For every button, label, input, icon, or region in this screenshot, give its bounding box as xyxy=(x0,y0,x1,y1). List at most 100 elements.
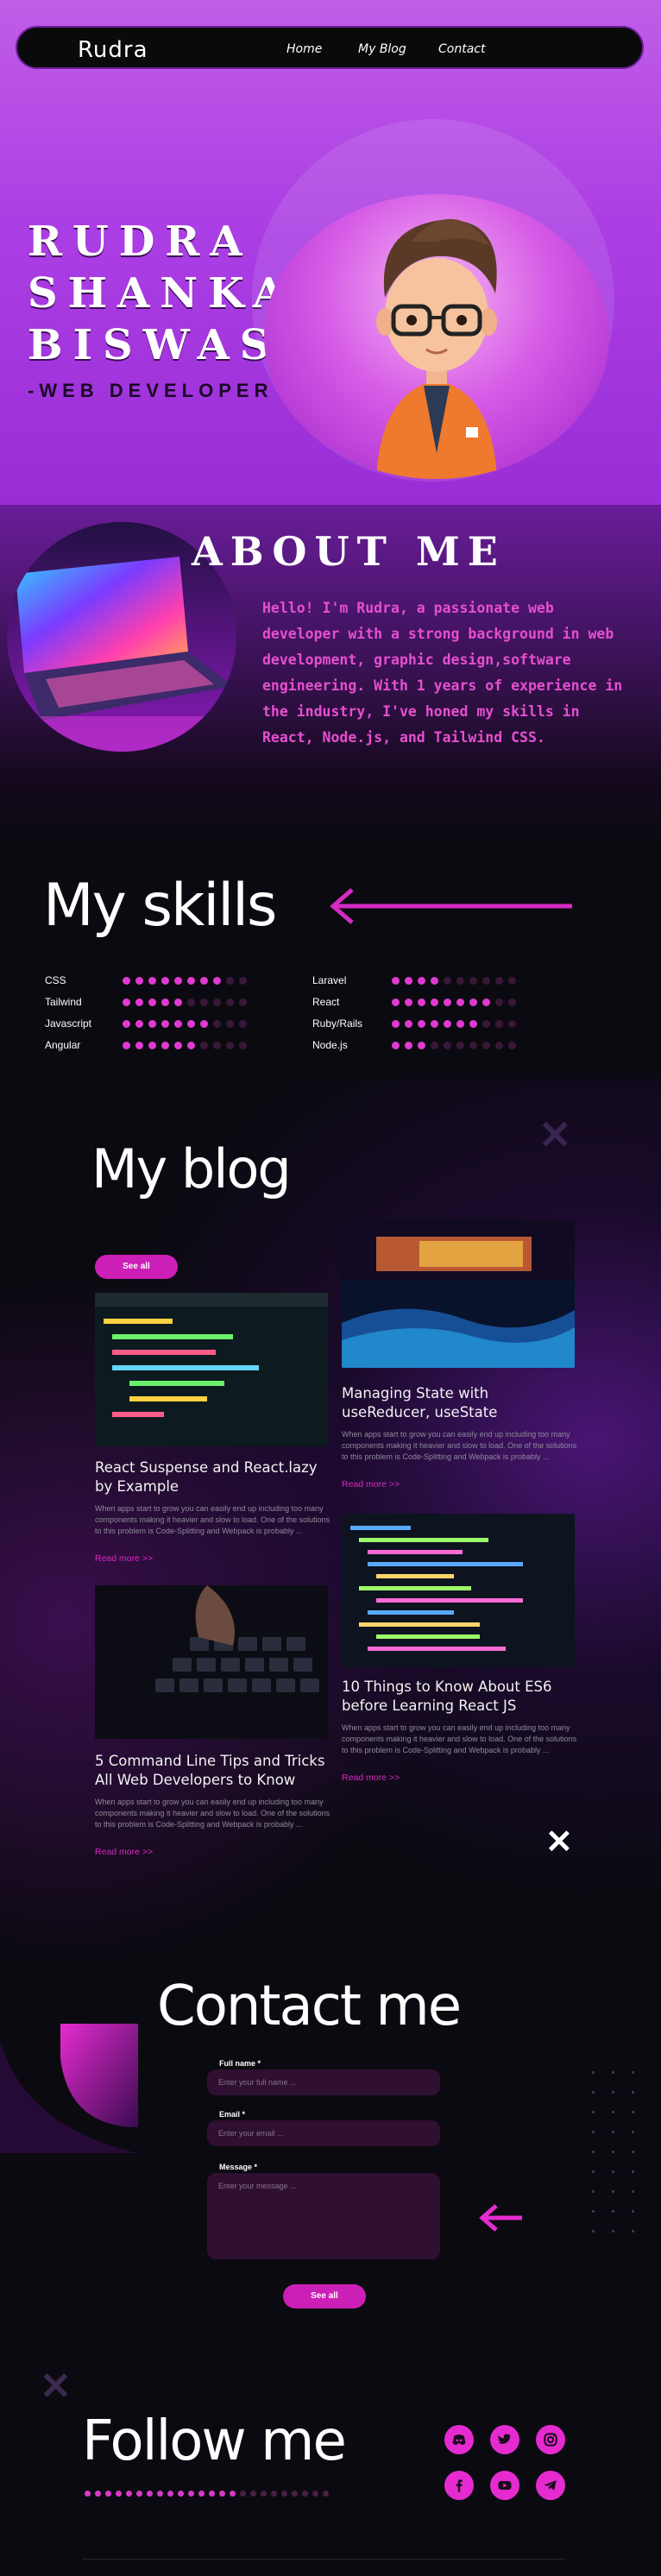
skill-level-dot xyxy=(161,977,169,985)
skill-level-dot xyxy=(418,977,425,985)
read-more-link[interactable]: Read more >> xyxy=(95,1553,153,1564)
skill-level-dot xyxy=(174,1020,182,1028)
telegram-icon[interactable] xyxy=(536,2471,565,2500)
submit-button[interactable]: See all xyxy=(283,2284,366,2308)
skill-level-dot xyxy=(174,1042,182,1049)
skill-name: Ruby/Rails xyxy=(312,1017,363,1030)
skill-level-dot xyxy=(239,977,247,985)
nav-link-home[interactable]: Home xyxy=(286,42,322,56)
skill-level-dot xyxy=(495,977,503,985)
skill-level-dot xyxy=(392,977,400,985)
skill-level-dot xyxy=(135,1042,143,1049)
skill-level-dots xyxy=(392,977,516,985)
post-excerpt: When apps start to grow you can easily e… xyxy=(95,1504,330,1535)
skill-level-dots xyxy=(123,977,247,985)
post-title[interactable]: React Suspense and React.lazy by Example xyxy=(95,1458,332,1496)
instagram-icon[interactable] xyxy=(536,2425,565,2454)
close-icon[interactable]: ✕ xyxy=(545,1826,573,1859)
skill-level-dot xyxy=(392,1042,400,1049)
skill-level-dot xyxy=(444,998,451,1006)
hero-name-line-1: RUDRA xyxy=(28,217,253,266)
keyboard-photo[interactable] xyxy=(95,1585,328,1739)
post-title[interactable]: 5 Command Line Tips and Tricks All Web D… xyxy=(95,1752,332,1790)
facebook-icon[interactable] xyxy=(444,2471,474,2500)
skill-level-dot xyxy=(508,1042,516,1049)
skill-level-dot xyxy=(161,998,169,1006)
skill-level-dot xyxy=(482,1042,490,1049)
twitter-icon[interactable] xyxy=(490,2425,519,2454)
skill-name: Node.js xyxy=(312,1039,348,1051)
skill-level-dot xyxy=(161,1042,169,1049)
skill-row: CSS xyxy=(45,973,304,990)
skill-level-dot xyxy=(456,977,464,985)
skill-row: Node.js xyxy=(312,1037,571,1055)
code-screen-photo[interactable] xyxy=(342,1514,575,1667)
see-all-button[interactable]: See all xyxy=(95,1255,178,1279)
skill-level-dots xyxy=(123,1042,247,1049)
skill-level-dot xyxy=(444,1042,451,1049)
skill-level-dot xyxy=(431,1042,438,1049)
skill-level-dot xyxy=(495,1042,503,1049)
navbar: Rudra Home My Blog Contact xyxy=(16,26,644,69)
skill-level-dot xyxy=(200,977,208,985)
skill-row: Tailwind xyxy=(45,994,304,1011)
cartoon-avatar-icon xyxy=(376,218,497,479)
post-title[interactable]: Managing State with useReducer, useState xyxy=(342,1384,579,1422)
skill-level-dots xyxy=(392,1042,516,1049)
decor-dot-row xyxy=(85,2491,329,2497)
skill-row: Javascript xyxy=(45,1016,304,1033)
skill-level-dot xyxy=(213,977,221,985)
skill-level-dot xyxy=(187,977,195,985)
skill-level-dot xyxy=(444,1020,451,1028)
skill-level-dot xyxy=(239,1020,247,1028)
skill-name: CSS xyxy=(45,974,66,986)
footer-divider xyxy=(82,2559,565,2560)
skill-level-dot xyxy=(405,1020,412,1028)
decor-arc-shape xyxy=(0,2024,138,2153)
skill-level-dot xyxy=(174,998,182,1006)
about-text: Hello! I'm Rudra, a passionate web devel… xyxy=(262,600,623,746)
field-label-email: Email * xyxy=(219,2110,246,2119)
field-label-message: Message * xyxy=(219,2163,258,2171)
full-name-field[interactable]: Enter your full name ... xyxy=(207,2069,440,2095)
discord-icon[interactable] xyxy=(444,2425,474,2454)
data-wave-photo[interactable] xyxy=(342,1219,575,1368)
email-field[interactable]: Enter your email ... xyxy=(207,2120,440,2146)
arrow-left-icon xyxy=(479,2204,522,2232)
skill-level-dot xyxy=(456,1042,464,1049)
post-title[interactable]: 10 Things to Know About ES6 before Learn… xyxy=(342,1678,579,1716)
skill-level-dot xyxy=(508,1020,516,1028)
hero-name-line-3: BISWAS xyxy=(28,321,280,369)
read-more-link[interactable]: Read more >> xyxy=(342,1773,400,1783)
skill-level-dot xyxy=(123,1020,130,1028)
skill-level-dot xyxy=(226,1020,234,1028)
skill-level-dot xyxy=(495,1020,503,1028)
skill-level-dot xyxy=(135,977,143,985)
decor-dot-grid xyxy=(592,2071,634,2233)
skill-level-dot xyxy=(469,977,477,985)
skill-name: Laravel xyxy=(312,974,347,986)
nav-link-contact[interactable]: Contact xyxy=(438,42,485,56)
skill-level-dot xyxy=(187,1020,195,1028)
follow-title: Follow me xyxy=(82,2409,347,2473)
skill-level-dot xyxy=(213,1042,221,1049)
read-more-link[interactable]: Read more >> xyxy=(95,1847,153,1857)
skill-level-dot xyxy=(508,977,516,985)
skill-level-dot xyxy=(148,998,156,1006)
nav-link-blog[interactable]: My Blog xyxy=(358,42,406,56)
skill-level-dots xyxy=(392,998,516,1006)
skill-level-dot xyxy=(200,1042,208,1049)
skill-level-dot xyxy=(187,998,195,1006)
code-editor-photo[interactable] xyxy=(95,1293,328,1446)
skill-level-dot xyxy=(508,998,516,1006)
brand-logo[interactable]: Rudra xyxy=(78,37,148,63)
skill-level-dot xyxy=(469,998,477,1006)
skill-level-dot xyxy=(123,998,130,1006)
read-more-link[interactable]: Read more >> xyxy=(342,1479,400,1490)
youtube-icon[interactable] xyxy=(490,2471,519,2500)
skill-level-dots xyxy=(123,1020,247,1028)
skill-level-dot xyxy=(213,998,221,1006)
arrow-left-icon xyxy=(330,888,572,924)
skill-level-dot xyxy=(456,998,464,1006)
message-field[interactable]: Enter your message ... xyxy=(207,2173,440,2259)
